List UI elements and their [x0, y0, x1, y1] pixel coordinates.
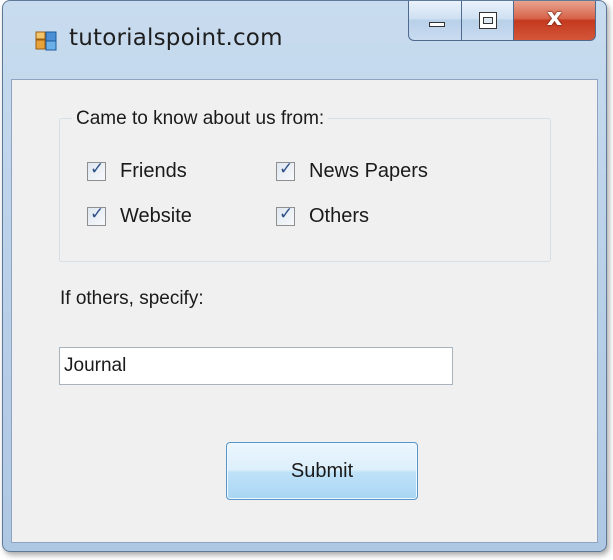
submit-button[interactable]: Submit	[226, 442, 418, 500]
checkbox-label: Others	[309, 205, 370, 227]
check-icon: ✓	[279, 204, 294, 224]
checkbox-box[interactable]: ✓	[276, 204, 295, 226]
caption-buttons: x	[408, 1, 596, 45]
checkbox-label: Website	[120, 205, 192, 227]
maximize-icon	[479, 12, 497, 29]
checkbox-others[interactable]: ✓ Others	[276, 204, 370, 228]
checkbox-box[interactable]: ✓	[276, 159, 295, 181]
check-icon: ✓	[90, 159, 105, 179]
minimize-icon	[429, 22, 445, 27]
checkbox-label: Friends	[120, 160, 187, 182]
source-groupbox	[59, 118, 551, 262]
form-client-area: Came to know about us from: ✓ Friends ✓ …	[11, 79, 598, 543]
check-icon: ✓	[279, 159, 294, 179]
windows-form-icon	[35, 31, 57, 51]
checkbox-box[interactable]: ✓	[87, 204, 106, 226]
app-window: tutorialspoint.com x Came to know about …	[2, 0, 607, 552]
specify-label: If others, specify:	[60, 288, 204, 309]
checkbox-box[interactable]: ✓	[87, 159, 106, 181]
maximize-button[interactable]	[462, 1, 514, 41]
groupbox-legend: Came to know about us from:	[72, 108, 329, 130]
checkbox-news-papers[interactable]: ✓ News Papers	[276, 159, 428, 183]
close-icon: x	[546, 3, 563, 31]
checkbox-label: News Papers	[309, 160, 428, 182]
checkbox-friends[interactable]: ✓ Friends	[87, 159, 187, 183]
title-bar[interactable]: tutorialspoint.com x	[3, 1, 606, 79]
checkbox-website[interactable]: ✓ Website	[87, 204, 192, 228]
window-title: tutorialspoint.com	[69, 25, 283, 51]
close-button[interactable]: x	[514, 1, 596, 41]
specify-input[interactable]	[59, 347, 453, 385]
check-icon: ✓	[90, 204, 105, 224]
minimize-button[interactable]	[408, 1, 462, 41]
